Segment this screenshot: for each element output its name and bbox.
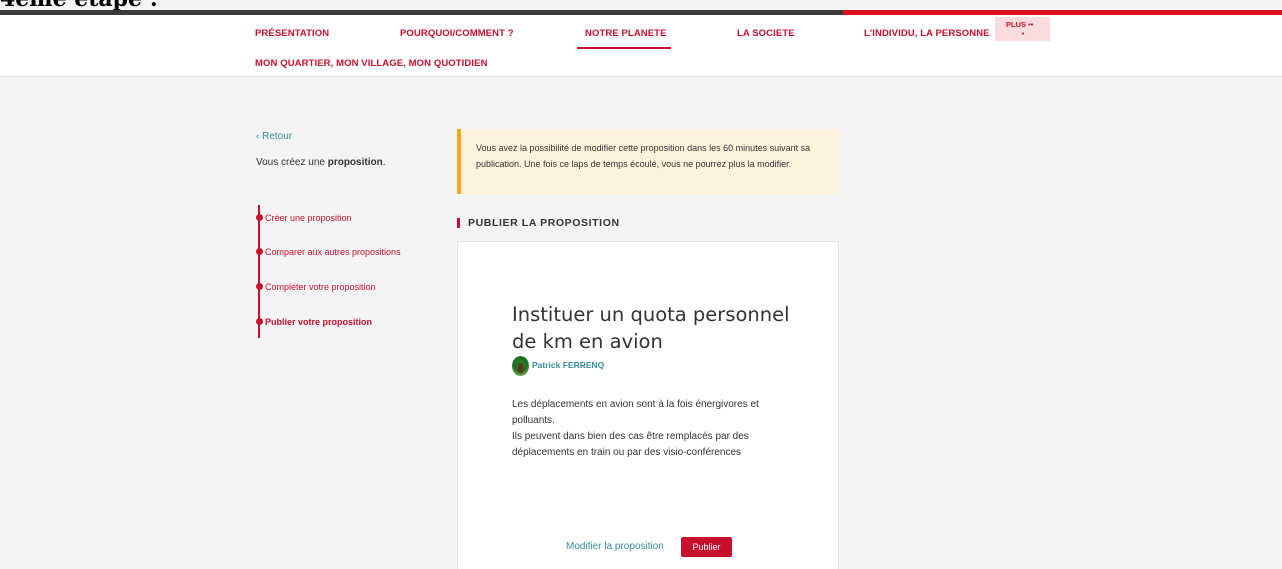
info-alert: Vous avez la possibilité de modifier cet… bbox=[457, 129, 839, 194]
plus-dot-icon: • bbox=[1021, 30, 1026, 38]
plus-dots-icon: •• bbox=[1028, 20, 1034, 29]
nav-item-notre-planete[interactable]: NOTRE PLANETE bbox=[585, 28, 667, 39]
author-avatar bbox=[512, 356, 529, 376]
modify-proposal-link[interactable]: Modifier la proposition bbox=[566, 541, 664, 552]
proposal-body-line: Ils peuvent dans bien des cas être rempl… bbox=[512, 431, 749, 458]
step-publish-current: Publier votre proposition bbox=[265, 317, 373, 327]
alert-text: Vous avez la possibilité de modifier cet… bbox=[476, 143, 811, 169]
nav-item-presentation[interactable]: PRÉSENTATION bbox=[255, 28, 329, 39]
nav-active-indicator bbox=[577, 47, 671, 49]
page-heading: 4ème étape : bbox=[0, 0, 158, 10]
step-complete[interactable]: Compléter votre proposition bbox=[265, 282, 376, 292]
proposal-body-line: Les déplacements en avion sont à la fois… bbox=[512, 399, 759, 426]
proposal-card: Instituer un quota personnel de km en av… bbox=[457, 241, 839, 569]
section-accent-bar bbox=[457, 218, 460, 228]
step-dot bbox=[255, 318, 263, 325]
nav-item-mon-quartier[interactable]: MON QUARTIER, MON VILLAGE, MON QUOTIDIEN bbox=[255, 58, 488, 69]
step-dot bbox=[255, 214, 263, 221]
intro-text: Vous créez une proposition. bbox=[256, 157, 386, 168]
proposal-title: Instituer un quota personnel de km en av… bbox=[512, 303, 790, 353]
step-create[interactable]: Créer une proposition bbox=[265, 213, 352, 223]
main-nav: PRÉSENTATION POURQUOI/COMMENT ? NOTRE PL… bbox=[0, 15, 1282, 77]
nav-item-individu-personne[interactable]: L'INDIVIDU, LA PERSONNE bbox=[864, 28, 990, 39]
back-link[interactable]: ‹ Retour bbox=[256, 131, 292, 142]
nav-item-la-societe[interactable]: LA SOCIETE bbox=[737, 28, 795, 39]
proposal-body: Les déplacements en avion sont à la fois… bbox=[512, 397, 802, 461]
section-title: PUBLIER LA PROPOSITION bbox=[468, 217, 620, 229]
step-dot bbox=[255, 283, 263, 290]
nav-item-pourquoi-comment[interactable]: POURQUOI/COMMENT ? bbox=[400, 28, 514, 39]
publish-button[interactable]: Publier bbox=[681, 537, 732, 557]
nav-plus-label[interactable]: PLUS •• bbox=[1006, 20, 1033, 29]
author-name[interactable]: Patrick FERRENQ bbox=[532, 360, 604, 370]
intro-bold: proposition bbox=[327, 157, 383, 168]
step-compare[interactable]: Comparer aux autres propositions bbox=[265, 247, 401, 257]
step-dot bbox=[255, 248, 263, 255]
